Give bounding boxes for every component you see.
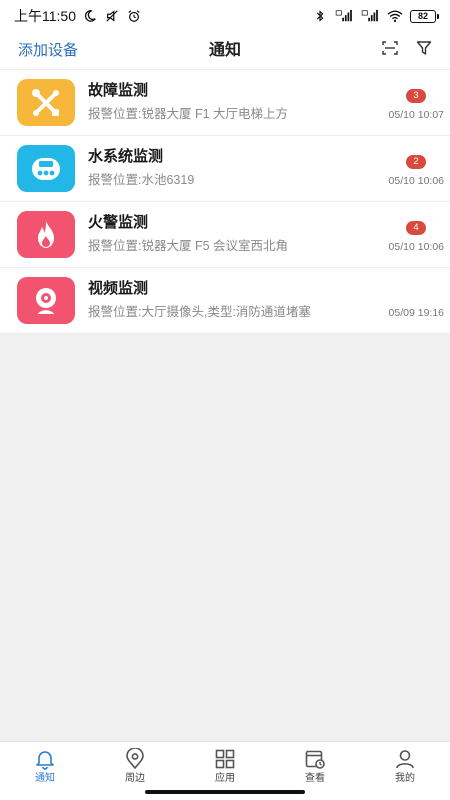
home-indicator[interactable] (145, 790, 305, 794)
item-subtitle: 报警位置:大厅摄像头,类型:消防通道堵塞 (88, 305, 311, 319)
wifi-icon (387, 10, 403, 22)
list-item-fire[interactable]: 火警监测 报警位置:锐器大厦 F5 会议室西北角 4 05/10 10:06 (0, 202, 450, 268)
bell-icon (36, 751, 54, 770)
status-bar: 上午11:50 82 (0, 0, 450, 32)
user-icon (396, 750, 414, 769)
tab-label: 查看 (305, 773, 325, 784)
grid-icon (215, 749, 235, 769)
item-title: 故障监测 (88, 82, 149, 99)
tab-label: 周边 (125, 773, 145, 784)
item-time: 05/10 10:06 (388, 241, 444, 253)
item-time: 05/10 10:07 (388, 109, 444, 121)
tools-icon (17, 79, 75, 126)
item-subtitle: 报警位置:水池6319 (88, 173, 195, 187)
tab-notifications[interactable]: 通知 (0, 742, 90, 800)
tab-label: 我的 (395, 773, 415, 784)
unread-badge: 4 (406, 221, 426, 235)
water-meter-icon (17, 145, 75, 192)
item-title: 火警监测 (88, 214, 149, 231)
status-time: 上午11:50 (14, 8, 76, 24)
item-subtitle: 报警位置:锐器大厦 F5 会议室西北角 (88, 239, 289, 253)
scan-icon[interactable] (382, 40, 398, 56)
alarm-clock-icon (128, 10, 140, 22)
moon-icon (84, 10, 96, 22)
location-icon (126, 748, 144, 770)
camera-icon (17, 277, 75, 324)
list-item-water[interactable]: 水系统监测 报警位置:水池6319 2 05/10 10:06 (0, 136, 450, 202)
list-item-video[interactable]: 视频监测 报警位置:大厅摄像头,类型:消防通道堵塞 05/09 19:16 (0, 268, 450, 334)
signal-hd-icon (335, 9, 352, 22)
unread-badge: 2 (406, 155, 426, 169)
item-title: 水系统监测 (88, 148, 164, 165)
add-device-button[interactable]: 添加设备 (18, 39, 78, 63)
mute-icon (106, 10, 118, 22)
item-title: 视频监测 (88, 280, 149, 297)
tab-label: 应用 (215, 773, 235, 784)
item-time: 05/09 19:16 (388, 307, 444, 319)
bluetooth-icon (316, 10, 324, 22)
calendar-clock-icon (305, 750, 325, 769)
signal-hd-icon-2 (361, 9, 378, 22)
list-item-fault[interactable]: 故障监测 报警位置:锐器大厦 F1 大厅电梯上方 3 05/10 10:07 (0, 70, 450, 136)
notification-list: 故障监测 报警位置:锐器大厦 F1 大厅电梯上方 3 05/10 10:07 水… (0, 70, 450, 334)
item-subtitle: 报警位置:锐器大厦 F1 大厅电梯上方 (88, 107, 289, 121)
battery-icon: 82 (410, 9, 439, 23)
flame-icon (17, 211, 75, 258)
nav-bar: 添加设备 通知 (0, 32, 450, 70)
unread-badge: 3 (406, 89, 426, 103)
filter-icon[interactable] (416, 40, 432, 56)
tab-label: 通知 (35, 773, 55, 784)
tab-mine[interactable]: 我的 (360, 742, 450, 800)
item-time: 05/10 10:06 (388, 175, 444, 187)
